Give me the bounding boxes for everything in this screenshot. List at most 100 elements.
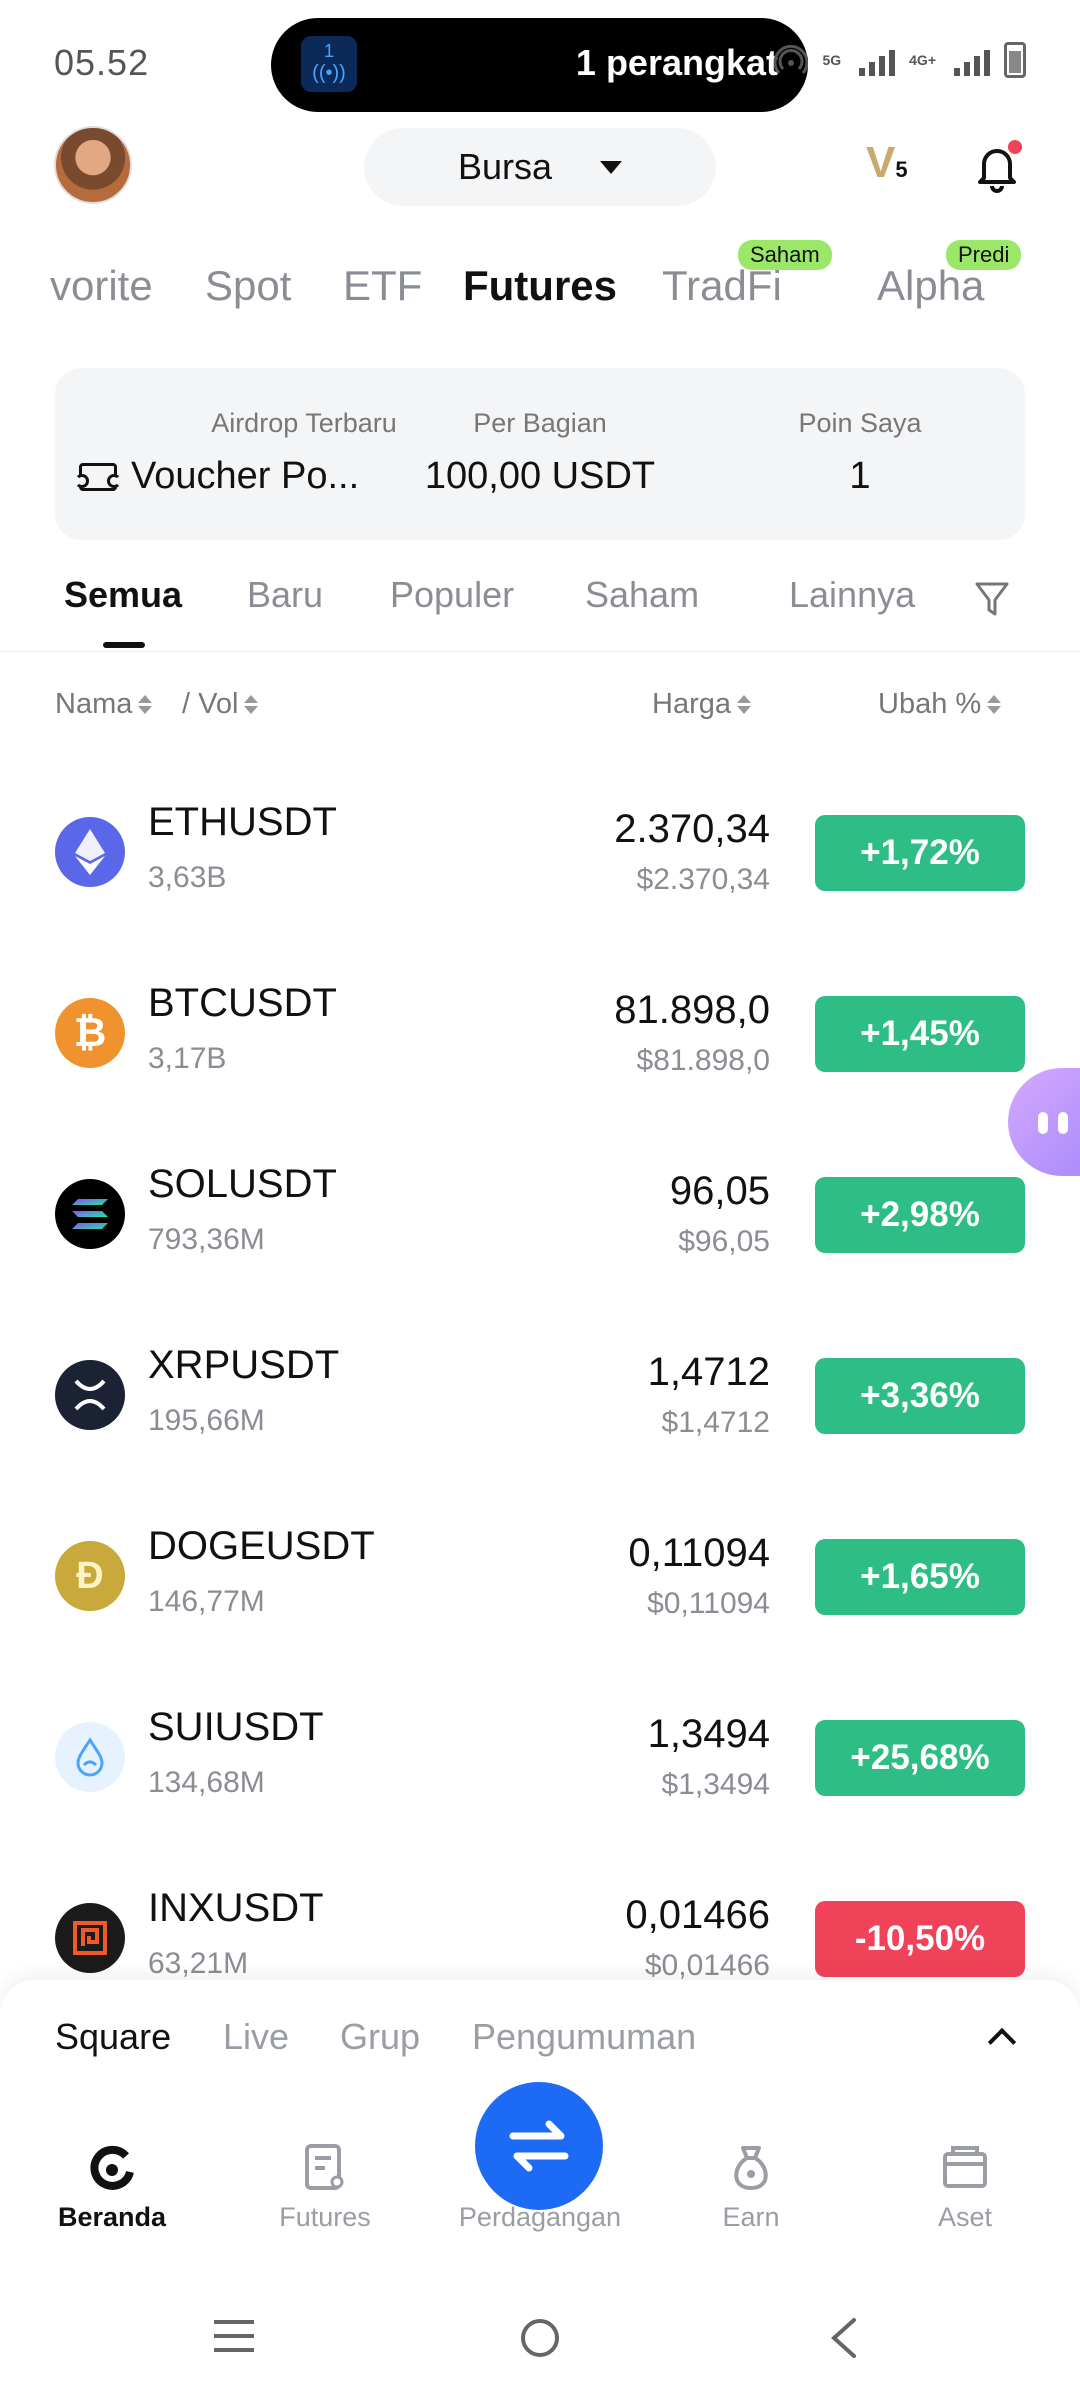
col-vol-label: / Vol: [182, 688, 239, 720]
row-price-usd: $81.898,0: [636, 1044, 770, 1077]
tab-populer[interactable]: Populer: [390, 574, 514, 616]
nav-futures-label: Futures: [279, 2202, 371, 2232]
row-price: 1,4712: [647, 1350, 770, 1394]
island-text: 1 perangkat: [575, 42, 778, 83]
nav-earn[interactable]: Earn: [661, 2140, 841, 2233]
home-circle-icon[interactable]: [518, 2316, 562, 2360]
tab-baru[interactable]: Baru: [247, 574, 323, 616]
row-change-badge[interactable]: +1,65%: [815, 1539, 1025, 1615]
futures-icon: [235, 2140, 415, 2196]
tab-favorite[interactable]: vorite: [50, 262, 153, 310]
table-row[interactable]: ETHUSDT 3,63B 2.370,34 $2.370,34 +1,72%: [0, 765, 1080, 946]
row-volume: 793,36M: [148, 1223, 265, 1256]
airdrop-per-share: Per Bagian 100,00 USDT: [390, 408, 690, 498]
per-share-value: 100,00 USDT: [424, 455, 656, 497]
vip-letter: V: [866, 138, 896, 187]
column-headers: Nama / Vol Harga Ubah %: [0, 680, 1080, 740]
col-change-label: Ubah %: [878, 688, 982, 720]
row-change-badge[interactable]: +3,36%: [815, 1358, 1025, 1434]
nav-assets[interactable]: Aset: [875, 2140, 1055, 2233]
row-price-usd: $0,11094: [647, 1587, 770, 1620]
row-change-badge[interactable]: +1,45%: [815, 996, 1025, 1072]
row-change-badge[interactable]: +2,98%: [815, 1177, 1025, 1253]
nav-home[interactable]: Beranda: [22, 2140, 202, 2233]
sort-by-volume[interactable]: / Vol: [182, 688, 259, 721]
hotspot-icon: [774, 44, 809, 74]
row-symbol: BTCUSDT: [148, 981, 337, 1025]
table-row[interactable]: SUIUSDT 134,68M 1,3494 $1,3494 +25,68%: [0, 1670, 1080, 1851]
tab-saham[interactable]: Saham: [585, 574, 699, 616]
vip-badge[interactable]: V5: [866, 138, 908, 188]
vip-level: 5: [895, 157, 908, 182]
nav-trade-label: Perdagangan: [458, 2202, 622, 2232]
row-change-badge[interactable]: +1,72%: [815, 815, 1025, 891]
row-symbol: INXUSDT: [148, 1886, 324, 1930]
market-list: ETHUSDT 3,63B 2.370,34 $2.370,34 +1,72% …: [0, 765, 1080, 2032]
nav-home-label: Beranda: [57, 2202, 167, 2232]
row-price-usd: $96,05: [678, 1225, 770, 1258]
airdrop-card[interactable]: Airdrop Terbaru Voucher Po... Per Bagian…: [55, 368, 1025, 540]
back-icon[interactable]: [826, 2316, 862, 2360]
sort-by-change[interactable]: Ubah %: [878, 688, 1002, 721]
battery-icon: [1004, 42, 1026, 78]
solana-icon: [55, 1179, 125, 1249]
airdrop-voucher: Voucher Po...: [131, 455, 360, 497]
filter-icon[interactable]: [974, 580, 1010, 620]
table-row[interactable]: ₿ BTCUSDT 3,17B 81.898,0 $81.898,0 +1,45…: [0, 946, 1080, 1127]
tag-saham: Saham: [738, 240, 832, 270]
notification-button[interactable]: [970, 140, 1024, 194]
status-icons: 5G 4G+: [774, 42, 1026, 78]
earn-icon: [661, 2140, 841, 2196]
table-row[interactable]: XRPUSDT 195,66M 1,4712 $1,4712 +3,36%: [0, 1308, 1080, 1489]
sort-icon: [737, 695, 751, 714]
sort-icon: [244, 695, 259, 714]
tab-etf[interactable]: ETF: [343, 262, 422, 310]
row-price-usd: $1,4712: [661, 1406, 770, 1439]
trade-button[interactable]: [475, 2082, 603, 2210]
exchange-label: Bursa: [457, 146, 553, 187]
sort-icon: [138, 695, 153, 714]
points-label: Poin Saya: [798, 408, 922, 438]
row-volume: 3,17B: [148, 1042, 227, 1075]
tab-grup[interactable]: Grup: [340, 2016, 420, 2058]
row-price-usd: $2.370,34: [636, 863, 770, 896]
row-change-badge[interactable]: +25,68%: [815, 1720, 1025, 1796]
row-volume: 63,21M: [148, 1947, 249, 1980]
caret-down-icon: [600, 160, 623, 174]
tab-square[interactable]: Square: [55, 2016, 171, 2058]
table-row[interactable]: Ð DOGEUSDT 146,77M 0,11094 $0,11094 +1,6…: [0, 1489, 1080, 1670]
xrp-icon: [55, 1360, 125, 1430]
row-volume: 134,68M: [148, 1766, 265, 1799]
broadcast-icon: 1 ((•)): [301, 36, 357, 92]
bottom-sheet: Square Live Grup Pengumuman Beranda Futu…: [0, 1980, 1080, 2392]
tab-spot[interactable]: Spot: [205, 262, 291, 310]
tag-predi: Predi: [946, 240, 1022, 270]
table-row[interactable]: SOLUSDT 793,36M 96,05 $96,05 +2,98%: [0, 1127, 1080, 1308]
bubble-eye-icon: [1038, 1112, 1048, 1134]
wallet-icon: [875, 2140, 1055, 2196]
tab-pengumuman[interactable]: Pengumuman: [472, 2016, 696, 2058]
feed-tabs: Square Live Grup Pengumuman: [0, 2016, 1080, 2076]
tab-lainnya[interactable]: Lainnya: [789, 574, 915, 616]
menu-icon[interactable]: [212, 2316, 256, 2356]
avatar[interactable]: [54, 126, 132, 204]
dynamic-island[interactable]: 1 ((•)) 1 perangkat: [271, 18, 808, 112]
row-price-usd: $1,3494: [661, 1768, 770, 1801]
network-label-1: 5G: [822, 52, 842, 68]
tab-live[interactable]: Live: [223, 2016, 289, 2058]
chevron-up-icon[interactable]: [987, 2027, 1017, 2057]
signal-icon: [954, 44, 990, 76]
bitcoin-icon: ₿: [55, 998, 125, 1068]
exchange-selector[interactable]: Bursa: [364, 128, 716, 206]
tab-semua[interactable]: Semua: [64, 574, 182, 616]
tab-futures[interactable]: Futures: [463, 262, 617, 310]
row-price: 0,01466: [625, 1893, 770, 1937]
sort-by-name[interactable]: Nama: [55, 688, 153, 721]
market-tabs: vorite Spot ETF Futures TradFi Saham Alp…: [0, 240, 1080, 330]
col-name-label: Nama: [55, 688, 133, 720]
row-symbol: SUIUSDT: [148, 1705, 324, 1749]
sort-by-price[interactable]: Harga: [652, 688, 751, 721]
nav-futures[interactable]: Futures: [235, 2140, 415, 2233]
row-symbol: XRPUSDT: [148, 1343, 340, 1387]
row-change-badge[interactable]: -10,50%: [815, 1901, 1025, 1977]
